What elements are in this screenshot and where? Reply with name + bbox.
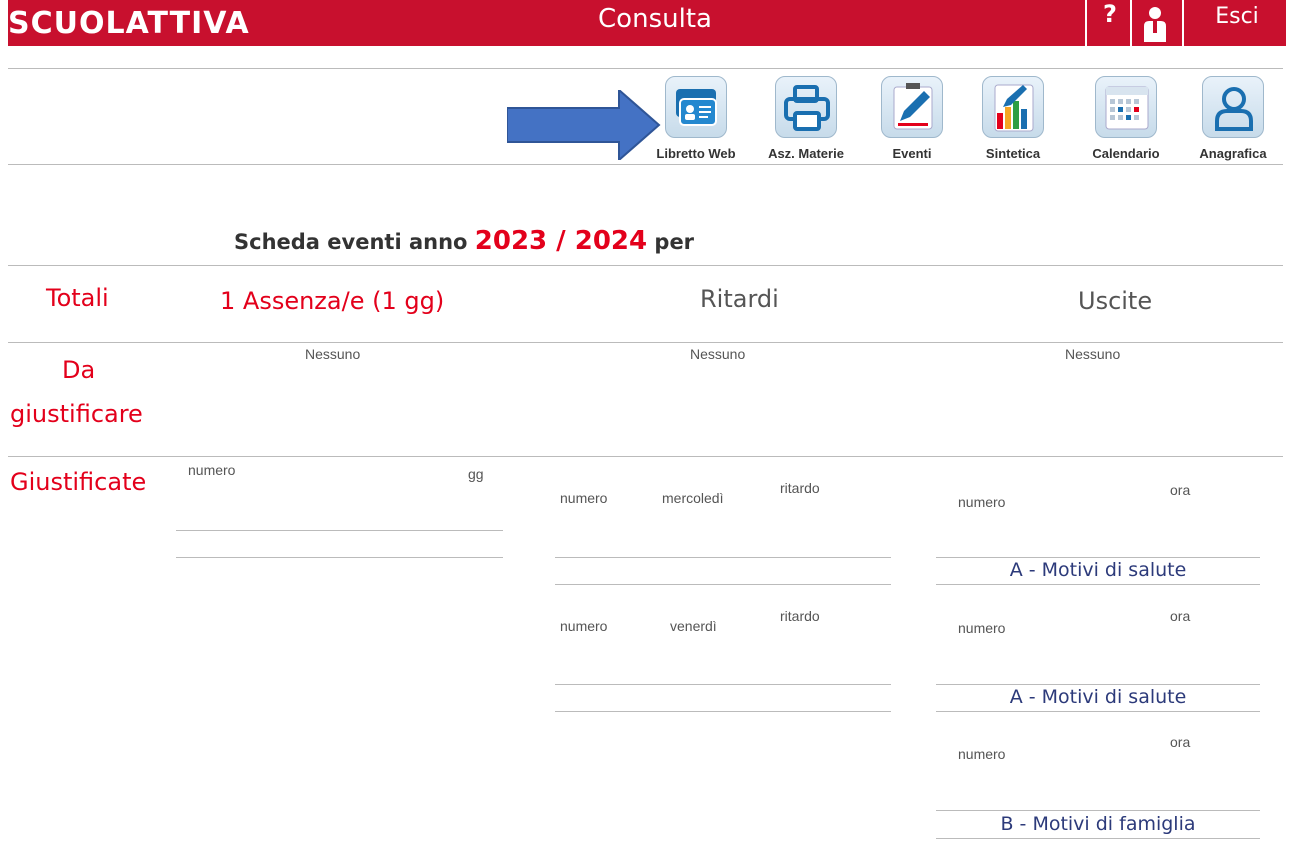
toolbar-label: Asz. Materie (768, 146, 844, 161)
toolbar-eventi[interactable]: Eventi (862, 76, 962, 176)
early-exit-reason: A - Motivi di salute (1009, 686, 1187, 708)
divider (555, 711, 891, 712)
early-exits-header: Uscite (1078, 287, 1153, 315)
absence-number-label: numero (188, 462, 236, 478)
toolbar-label: Eventi (892, 146, 932, 161)
top-bar-edge (1283, 0, 1291, 46)
id-card-icon (665, 76, 727, 138)
early-exit-reason: B - Motivi di famiglia (1000, 813, 1196, 835)
early-exits-to-justify: Nessuno (1065, 346, 1121, 362)
divider (176, 530, 503, 531)
toolbar-label: Libretto Web (656, 146, 736, 161)
divider (1182, 0, 1184, 46)
late-entry-number: numero (560, 490, 608, 506)
divider (8, 68, 1283, 69)
top-bar: SCUOLATTIVA Consulta ? Esci (0, 0, 1291, 48)
user-profile-icon[interactable] (1138, 4, 1172, 46)
divider (555, 684, 891, 685)
totals-label: Totali (46, 284, 109, 312)
events-title: Scheda eventi anno 2023 / 2024 per (234, 226, 694, 256)
user-icon (1202, 76, 1264, 138)
toolbar-label: Sintetica (985, 146, 1041, 161)
late-entry-day: venerdì (670, 618, 717, 634)
to-justify-label: Da (62, 356, 96, 384)
divider (8, 164, 1283, 165)
toolbar-calendario[interactable]: Calendario (1076, 76, 1176, 176)
late-entries-to-justify: Nessuno (690, 346, 746, 362)
divider (936, 684, 1260, 685)
divider (936, 584, 1260, 585)
absence-days-label: gg (468, 466, 484, 482)
edit-icon (881, 76, 943, 138)
arrow-annotation-icon (507, 90, 661, 160)
divider (936, 557, 1260, 558)
divider (1130, 0, 1132, 46)
early-exit-number: numero (958, 620, 1006, 636)
printer-icon (775, 76, 837, 138)
late-entry-day: mercoledì (662, 490, 724, 506)
toolbar-sintetica[interactable]: Sintetica (963, 76, 1063, 176)
divider (936, 711, 1260, 712)
divider (8, 342, 1283, 343)
toolbar-asz-materie[interactable]: Asz. Materie (756, 76, 856, 176)
justified-label: Giustificate (10, 468, 147, 496)
toolbar-anagrafica[interactable]: Anagrafica (1183, 76, 1283, 176)
toolbar-label: Anagrafica (1199, 146, 1267, 161)
early-exit-reason: A - Motivi di salute (1009, 559, 1187, 581)
early-exit-time: ora (1170, 734, 1191, 750)
early-exit-time: ora (1170, 608, 1191, 624)
early-exit-time: ora (1170, 482, 1191, 498)
early-exit-number: numero (958, 494, 1006, 510)
early-exit-number: numero (958, 746, 1006, 762)
divider (555, 584, 891, 585)
app-logo[interactable]: SCUOLATTIVA (8, 6, 250, 41)
page-title: Consulta (598, 4, 712, 34)
calendar-icon (1095, 76, 1157, 138)
late-entry-type: ritardo (780, 608, 820, 624)
help-button[interactable]: ? (1096, 0, 1124, 40)
toolbar-libretto-web[interactable]: Libretto Web (646, 76, 746, 176)
bar-chart-icon (982, 76, 1044, 138)
divider (8, 456, 1283, 457)
to-justify-label-line2: giustificare (10, 400, 143, 428)
absences-to-justify: Nessuno (305, 346, 361, 362)
late-entry-number: numero (560, 618, 608, 634)
divider (8, 265, 1283, 266)
logout-button[interactable]: Esci (1192, 4, 1282, 44)
absences-total: 1 Assenza/e (1 gg) (220, 287, 445, 315)
divider (1085, 0, 1087, 46)
divider (555, 557, 891, 558)
toolbar-label: Calendario (1092, 146, 1160, 161)
late-entries-header: Ritardi (700, 285, 779, 313)
school-year: 2023 / 2024 (474, 226, 648, 256)
late-entry-type: ritardo (780, 480, 820, 496)
divider (936, 838, 1260, 839)
divider (176, 557, 503, 558)
divider (936, 810, 1260, 811)
title-suffix: per (654, 230, 695, 254)
title-prefix: Scheda eventi anno (234, 230, 468, 254)
